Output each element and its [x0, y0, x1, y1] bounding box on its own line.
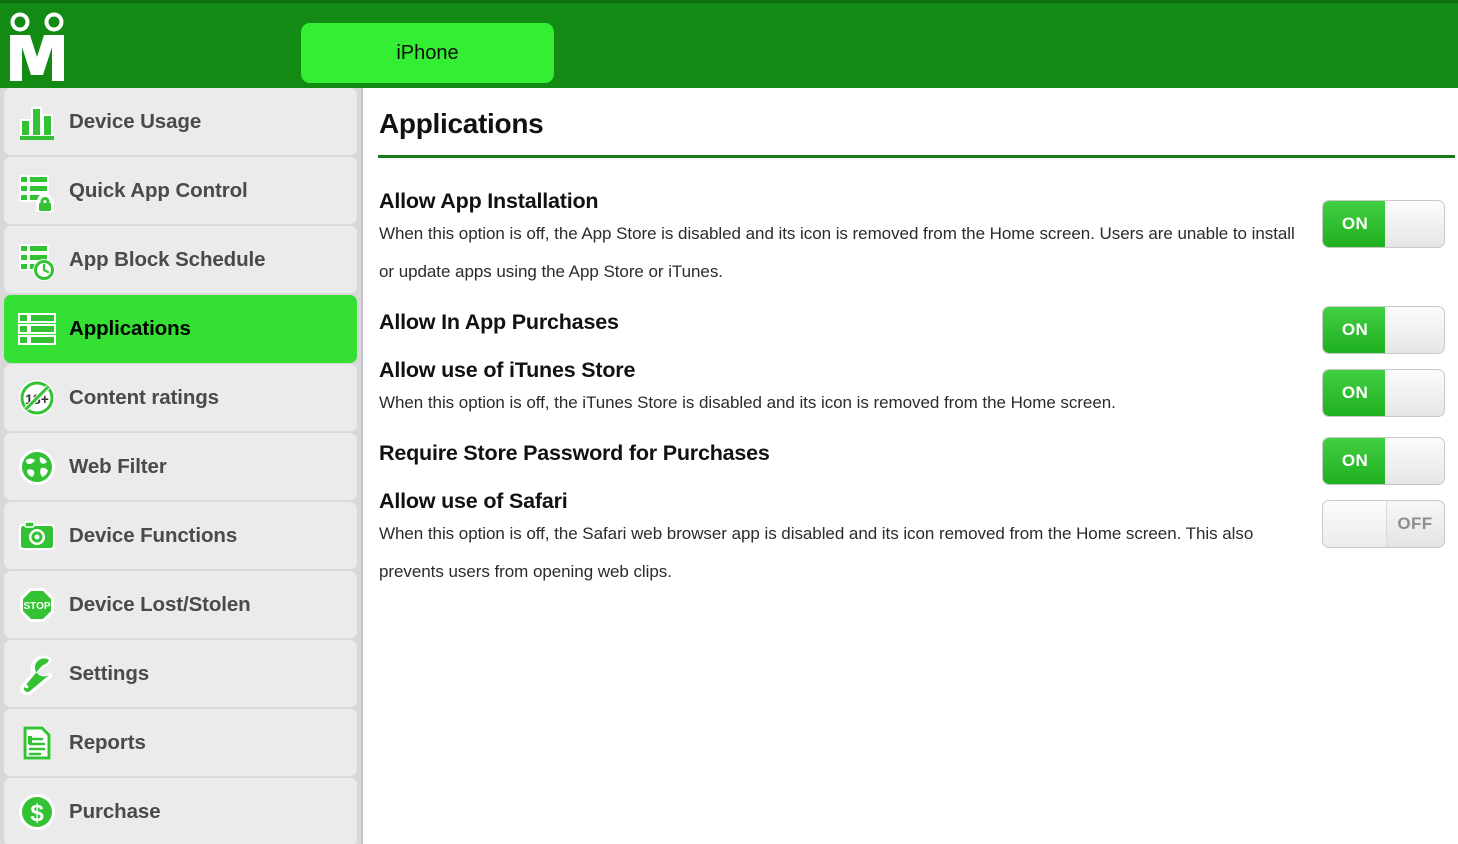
page-title: Applications [379, 108, 543, 140]
toggle-knob [1323, 501, 1387, 547]
settings-list: Allow App InstallationWhen this option i… [363, 170, 1458, 591]
eighteen-plus-prohibited-icon: 18+ [16, 377, 58, 419]
sidebar-item-purchase[interactable]: $ Purchase [4, 778, 357, 844]
setting-row: Allow App InstallationWhen this option i… [363, 170, 1458, 291]
sidebar-item-app-block-schedule[interactable]: App Block Schedule [4, 226, 357, 294]
sidebar-item-device-functions[interactable]: Device Functions [4, 502, 357, 570]
main-content: Applications Allow App InstallationWhen … [363, 88, 1458, 844]
wrench-icon [16, 653, 58, 695]
sidebar-item-label: Web Filter [69, 455, 167, 479]
sidebar-item-label: Device Lost/Stolen [69, 593, 251, 617]
sidebar-item-reports[interactable]: Reports [4, 709, 357, 777]
sidebar-item-label: Content ratings [69, 386, 219, 410]
sidebar-item-label: Purchase [69, 800, 161, 824]
sidebar-item-device-lost-stolen[interactable]: STOP Device Lost/Stolen [4, 571, 357, 639]
setting-title: Allow App Installation [379, 187, 1458, 215]
setting-toggle[interactable]: OFF [1322, 500, 1445, 548]
list-icon [16, 308, 58, 350]
sidebar-item-label: Reports [69, 731, 146, 755]
setting-description: When this option is off, the Safari web … [379, 515, 1309, 591]
toggle-on-label: ON [1323, 370, 1387, 416]
sidebar-item-label: Device Functions [69, 524, 237, 548]
sidebar-item-settings[interactable]: Settings [4, 640, 357, 708]
setting-title: Allow use of Safari [379, 487, 1458, 515]
svg-text:$: $ [30, 800, 44, 827]
toggle-on-label: ON [1323, 201, 1387, 247]
sidebar-item-web-filter[interactable]: Web Filter [4, 433, 357, 501]
family-m-logo-icon [6, 9, 68, 85]
list-clock-icon [16, 239, 58, 281]
sidebar-navigation[interactable]: Device Usage Quick App Control [0, 88, 363, 844]
title-divider [378, 155, 1455, 158]
stop-sign-icon: STOP [16, 584, 58, 626]
toggle-off-label: OFF [1386, 501, 1444, 547]
setting-toggle[interactable]: ON [1322, 200, 1445, 248]
setting-description: When this option is off, the App Store i… [379, 215, 1309, 291]
setting-title: Allow use of iTunes Store [379, 356, 1458, 384]
setting-title: Allow In App Purchases [379, 308, 1458, 336]
device-tab-iphone[interactable]: iPhone [301, 23, 554, 83]
sidebar-item-label: Quick App Control [69, 179, 248, 203]
sidebar-item-applications[interactable]: Applications [4, 295, 357, 363]
setting-description: When this option is off, the iTunes Stor… [379, 384, 1309, 422]
list-lock-icon [16, 170, 58, 212]
bar-chart-icon [16, 101, 58, 143]
sidebar-item-label: App Block Schedule [69, 248, 265, 272]
dollar-circle-icon: $ [16, 791, 58, 833]
setting-row: Require Store Password for PurchasesON [363, 422, 1458, 470]
setting-row: Allow use of iTunes StoreWhen this optio… [363, 339, 1458, 422]
toggle-knob [1385, 201, 1444, 247]
sidebar-item-label: Device Usage [69, 110, 201, 134]
globe-icon [16, 446, 58, 488]
toggle-knob [1385, 370, 1444, 416]
sidebar-item-device-usage[interactable]: Device Usage [4, 88, 357, 156]
sidebar-item-label: Applications [69, 317, 191, 341]
document-icon [16, 722, 58, 764]
setting-toggle[interactable]: ON [1322, 369, 1445, 417]
setting-row: Allow In App PurchasesON [363, 291, 1458, 339]
camera-icon [16, 515, 58, 557]
device-tab-label: iPhone [396, 42, 458, 65]
sidebar-item-content-ratings[interactable]: 18+ Content ratings [4, 364, 357, 432]
sidebar-item-quick-app-control[interactable]: Quick App Control [4, 157, 357, 225]
svg-text:STOP: STOP [23, 601, 50, 612]
app-header: iPhone [0, 0, 1458, 88]
setting-row: Allow use of SafariWhen this option is o… [363, 470, 1458, 591]
setting-title: Require Store Password for Purchases [379, 439, 1458, 467]
sidebar-item-label: Settings [69, 662, 149, 686]
